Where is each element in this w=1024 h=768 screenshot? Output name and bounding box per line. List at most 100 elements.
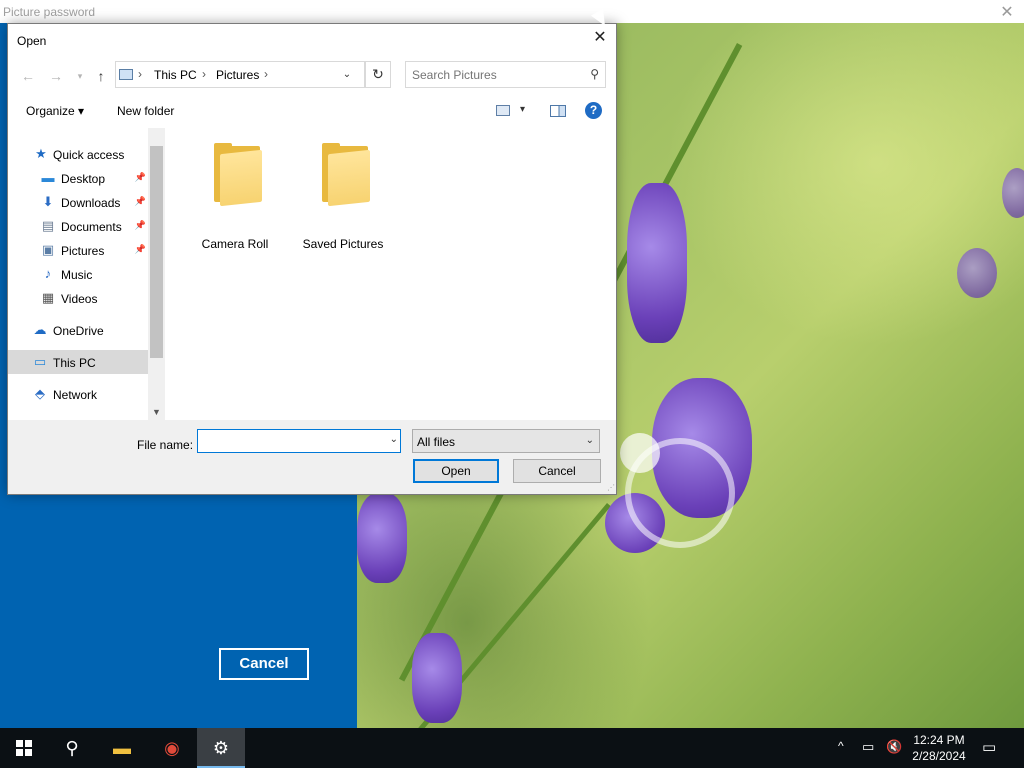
touch-point-icon: [620, 433, 660, 473]
nav-item-documents[interactable]: ▤ Documents 📌: [8, 214, 148, 238]
nav-pane-scrollbar[interactable]: ▼: [148, 128, 165, 420]
file-explorer-icon[interactable]: ▬: [98, 728, 146, 768]
nav-item-quick-access[interactable]: ★ Quick access: [8, 142, 148, 166]
nav-item-music[interactable]: ♪ Music: [8, 262, 148, 286]
address-bar[interactable]: › This PC › Pictures ›: [115, 61, 365, 88]
desktop-icon: ▬: [41, 170, 55, 185]
lavender-flower: [1002, 168, 1024, 218]
network-status-icon[interactable]: ▭: [862, 739, 874, 755]
recent-locations-icon[interactable]: ▾: [70, 66, 90, 86]
up-arrow-icon[interactable]: ↑: [91, 66, 111, 86]
folder-label: Camera Roll: [201, 237, 269, 252]
nav-item-label: Desktop: [61, 172, 106, 186]
open-button[interactable]: Open: [413, 459, 499, 483]
search-box[interactable]: ⚲: [405, 61, 606, 88]
open-file-dialog: Open ✕ ← → ▾ ↑ › This PC › Pictures › ⌄ …: [7, 23, 617, 495]
lavender-flower: [957, 248, 997, 298]
search-input[interactable]: [412, 67, 582, 83]
folder-saved-pictures[interactable]: Saved Pictures: [295, 140, 391, 252]
nav-item-label: Music: [61, 268, 93, 282]
download-icon: ⬇: [42, 194, 54, 209]
settings-icon[interactable]: ⚙: [197, 728, 245, 768]
nav-item-label: Network: [53, 388, 98, 402]
breadcrumb-pictures[interactable]: Pictures: [216, 68, 259, 82]
taskbar-search-icon[interactable]: ⚲: [48, 728, 96, 768]
nav-item-desktop[interactable]: ▬ Desktop 📌: [8, 166, 148, 190]
back-arrow-icon[interactable]: ←: [18, 66, 38, 86]
nav-item-onedrive[interactable]: ☁ OneDrive: [8, 318, 148, 342]
close-icon[interactable]: ✕: [998, 2, 1016, 22]
nav-item-label: Quick access: [53, 148, 125, 162]
folder-icon: [320, 143, 370, 207]
nav-item-label: This PC: [53, 356, 96, 370]
refresh-icon[interactable]: ↻: [365, 61, 391, 88]
picture-password-titlebar: Picture password ✕: [0, 0, 1024, 23]
organize-button[interactable]: Organize ▾: [26, 104, 84, 118]
command-bar: Organize ▾ New folder ▾ ?: [8, 94, 616, 128]
nav-item-label: Pictures: [61, 244, 105, 258]
breadcrumb-separator: ›: [138, 67, 142, 81]
navigation-pane: ★ Quick access ▬ Desktop 📌 ⬇ Downloads 📌…: [8, 128, 165, 420]
file-name-label: File name:: [137, 438, 194, 452]
breadcrumb-this-pc[interactable]: This PC: [154, 68, 197, 82]
nav-item-label: Downloads: [61, 196, 121, 210]
taskbar: ⚲ ▬ ◉ ⚙ ^ ▭ 🔇 12:24 PM 2/28/2024 ▭: [0, 728, 1024, 768]
nav-item-this-pc[interactable]: ▭ This PC: [8, 350, 148, 374]
search-icon[interactable]: ⚲: [590, 67, 599, 81]
show-hidden-icons-chevron-icon[interactable]: ^: [838, 739, 844, 753]
volume-muted-icon[interactable]: 🔇: [886, 739, 902, 755]
pin-icon: 📌: [134, 196, 146, 206]
nav-item-videos[interactable]: ▦ Videos: [8, 286, 148, 310]
dialog-title: Open: [17, 34, 47, 48]
lavender-flower: [412, 633, 462, 723]
nav-item-network[interactable]: ⬘ Network: [8, 382, 148, 406]
cloud-icon: ☁: [33, 322, 47, 337]
nav-item-label: OneDrive: [53, 324, 104, 338]
chevron-down-icon[interactable]: ⌄: [390, 434, 398, 445]
system-clock[interactable]: 12:24 PM 2/28/2024: [905, 732, 973, 764]
lavender-flower: [627, 183, 687, 343]
nav-item-pictures[interactable]: ▣ Pictures 📌: [8, 238, 148, 262]
clock-time: 12:24 PM: [913, 733, 965, 747]
music-icon: ♪: [44, 266, 52, 281]
file-type-value: All files: [417, 435, 456, 449]
notification-center-icon[interactable]: ▭: [982, 738, 996, 756]
this-pc-icon: [119, 69, 133, 80]
cancel-button[interactable]: Cancel: [513, 459, 601, 483]
file-type-select[interactable]: All files ⌄: [412, 429, 600, 453]
network-icon: ⬘: [35, 386, 45, 401]
computer-icon: ▭: [33, 354, 47, 369]
picture-password-cancel-button[interactable]: Cancel: [219, 648, 309, 680]
chrome-icon[interactable]: ◉: [148, 728, 196, 768]
forward-arrow-icon[interactable]: →: [46, 66, 66, 86]
scroll-down-icon[interactable]: ▼: [148, 404, 165, 420]
file-list-view: Camera Roll Saved Pictures: [165, 128, 616, 420]
breadcrumb-separator: ›: [264, 67, 268, 81]
windows-logo-icon: [16, 740, 32, 756]
folder-camera-roll[interactable]: Camera Roll: [187, 140, 283, 252]
window-title: Picture password: [3, 5, 96, 19]
nav-item-label: Videos: [61, 292, 98, 306]
pin-icon: 📌: [134, 220, 146, 230]
chevron-down-icon[interactable]: ⌄: [586, 435, 594, 446]
resize-grip-icon[interactable]: ⋰: [607, 483, 615, 492]
preview-pane-icon[interactable]: [550, 105, 566, 117]
star-icon: ★: [35, 146, 47, 161]
chevron-down-icon[interactable]: ⌄: [337, 61, 357, 88]
video-icon: ▦: [41, 290, 55, 305]
folder-label: Saved Pictures: [302, 237, 384, 252]
change-view-icon[interactable]: [496, 105, 510, 116]
file-name-combobox[interactable]: ⌄: [197, 429, 401, 453]
close-icon[interactable]: ✕: [590, 28, 610, 48]
folder-icon: [212, 143, 262, 207]
scrollbar-thumb[interactable]: [150, 146, 163, 358]
help-icon[interactable]: ?: [585, 102, 602, 119]
new-folder-button[interactable]: New folder: [117, 104, 174, 118]
clock-date: 2/28/2024: [912, 749, 966, 763]
view-options-dropdown-icon[interactable]: ▾: [520, 104, 525, 115]
start-button[interactable]: [0, 728, 48, 768]
file-name-input[interactable]: [202, 434, 372, 448]
lavender-flower: [357, 493, 407, 583]
pin-icon: 📌: [134, 244, 146, 254]
nav-item-downloads[interactable]: ⬇ Downloads 📌: [8, 190, 148, 214]
